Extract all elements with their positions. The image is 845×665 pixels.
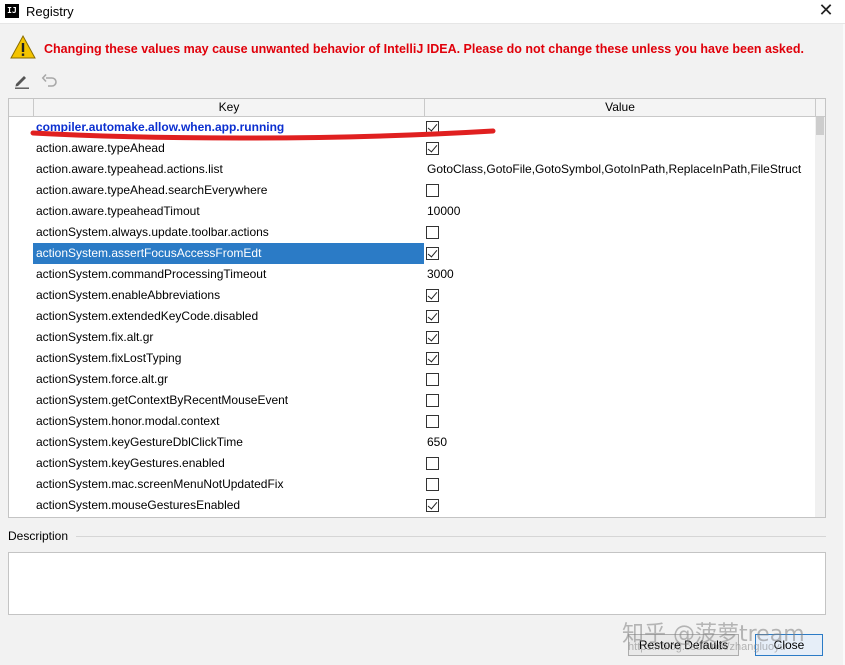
value-checkbox[interactable] <box>426 499 439 512</box>
registry-value-cell[interactable] <box>424 285 815 306</box>
table-row[interactable]: compiler.automake.allow.when.app.running <box>9 117 815 138</box>
registry-key-cell[interactable]: actionSystem.force.alt.gr <box>33 369 424 390</box>
vertical-scrollbar[interactable] <box>815 117 825 517</box>
registry-key-cell[interactable]: actionSystem.enableAbbreviations <box>33 285 424 306</box>
table-row[interactable]: actionSystem.assertFocusAccessFromEdt <box>9 243 815 264</box>
table-row[interactable]: actionSystem.enableAbbreviations <box>9 285 815 306</box>
description-panel <box>8 552 826 615</box>
registry-key-cell[interactable]: actionSystem.keyGestures.enabled <box>33 453 424 474</box>
table-row[interactable]: actionSystem.keyGestureDblClickTime 650 <box>9 432 815 453</box>
registry-key-cell[interactable]: action.aware.typeAhead.searchEverywhere <box>33 180 424 201</box>
table-row[interactable]: actionSystem.always.update.toolbar.actio… <box>9 222 815 243</box>
value-checkbox[interactable] <box>426 478 439 491</box>
registry-key-cell[interactable]: actionSystem.extendedKeyCode.disabled <box>33 306 424 327</box>
registry-value-cell[interactable] <box>424 495 815 516</box>
table-row[interactable]: actionSystem.mac.screenMenuNotUpdatedFix <box>9 474 815 495</box>
table-row[interactable]: action.aware.typeAhead <box>9 138 815 159</box>
registry-key-cell[interactable]: actionSystem.fix.alt.gr <box>33 327 424 348</box>
registry-value-cell[interactable] <box>424 180 815 201</box>
registry-value-cell[interactable] <box>424 306 815 327</box>
table-header: Key Value <box>9 99 825 117</box>
close-button[interactable]: Close <box>755 634 823 656</box>
registry-table: Key Value compiler.automake.allow.when.a… <box>8 98 826 518</box>
registry-key-cell[interactable]: actionSystem.commandProcessingTimeout <box>33 264 424 285</box>
value-checkbox[interactable] <box>426 457 439 470</box>
registry-value-cell[interactable] <box>424 348 815 369</box>
registry-key-cell[interactable]: actionSystem.honor.modal.context <box>33 411 424 432</box>
registry-key-cell[interactable]: actionSystem.keyGestureDblClickTime <box>33 432 424 453</box>
table-row[interactable]: action.aware.typeaheadTimout 10000 <box>9 201 815 222</box>
value-checkbox[interactable] <box>426 121 439 134</box>
registry-value-cell[interactable] <box>424 390 815 411</box>
registry-value-cell[interactable] <box>424 474 815 495</box>
registry-key-cell[interactable]: actionSystem.fixLostTyping <box>33 348 424 369</box>
registry-value-cell[interactable] <box>424 369 815 390</box>
table-row[interactable]: actionSystem.extendedKeyCode.disabled <box>9 306 815 327</box>
value-checkbox[interactable] <box>426 184 439 197</box>
window-title: Registry <box>26 4 74 19</box>
description-label: Description <box>8 529 69 543</box>
value-checkbox[interactable] <box>426 247 439 260</box>
revert-icon[interactable] <box>40 70 60 90</box>
registry-value-cell[interactable] <box>424 243 815 264</box>
registry-value-cell[interactable]: GotoClass,GotoFile,GotoSymbol,GotoInPath… <box>424 159 815 180</box>
registry-key-cell[interactable]: actionSystem.getContextByRecentMouseEven… <box>33 390 424 411</box>
warning-text: Changing these values may cause unwanted… <box>44 42 804 56</box>
title-bar: IJ Registry ✕ <box>0 0 845 24</box>
table-row[interactable]: actionSystem.getContextByRecentMouseEven… <box>9 390 815 411</box>
registry-value-cell[interactable] <box>424 453 815 474</box>
registry-key-cell[interactable]: actionSystem.assertFocusAccessFromEdt <box>33 243 424 264</box>
intellij-app-icon: IJ <box>5 4 19 18</box>
value-checkbox[interactable] <box>426 226 439 239</box>
registry-key-cell[interactable]: action.aware.typeahead.actions.list <box>33 159 424 180</box>
restore-defaults-button[interactable]: Restore Defaults <box>628 634 739 656</box>
table-row[interactable]: action.aware.typeAhead.searchEverywhere <box>9 180 815 201</box>
table-row[interactable]: actionSystem.force.alt.gr <box>9 369 815 390</box>
value-checkbox[interactable] <box>426 415 439 428</box>
table-body: compiler.automake.allow.when.app.running… <box>9 117 815 516</box>
value-checkbox[interactable] <box>426 352 439 365</box>
description-divider <box>76 536 826 537</box>
registry-key-cell[interactable]: actionSystem.always.update.toolbar.actio… <box>33 222 424 243</box>
registry-value-cell[interactable] <box>424 222 815 243</box>
registry-key-cell[interactable]: compiler.automake.allow.when.app.running <box>33 117 424 138</box>
registry-value-cell[interactable] <box>424 117 815 138</box>
table-row[interactable]: actionSystem.fixLostTyping <box>9 348 815 369</box>
registry-key-cell[interactable]: action.aware.typeAhead <box>33 138 424 159</box>
registry-key-cell[interactable]: actionSystem.mouseGesturesEnabled <box>33 495 424 516</box>
table-row[interactable]: actionSystem.keyGestures.enabled <box>9 453 815 474</box>
value-checkbox[interactable] <box>426 373 439 386</box>
pencil-icon[interactable] <box>12 70 32 90</box>
registry-value-cell[interactable]: 3000 <box>424 264 815 285</box>
registry-key-cell[interactable]: action.aware.typeaheadTimout <box>33 201 424 222</box>
column-header-value[interactable]: Value <box>424 99 815 117</box>
table-row[interactable]: actionSystem.mouseGesturesEnabled <box>9 495 815 516</box>
value-checkbox[interactable] <box>426 331 439 344</box>
value-checkbox[interactable] <box>426 142 439 155</box>
table-row[interactable]: actionSystem.honor.modal.context <box>9 411 815 432</box>
close-icon[interactable]: ✕ <box>815 1 837 23</box>
warning-triangle-icon <box>10 34 36 59</box>
warning-banner: Changing these values may cause unwanted… <box>10 34 840 64</box>
registry-value-cell[interactable] <box>424 411 815 432</box>
scrollbar-thumb[interactable] <box>816 117 824 135</box>
value-checkbox[interactable] <box>426 289 439 302</box>
registry-value-cell[interactable]: 650 <box>424 432 815 453</box>
table-row[interactable]: actionSystem.commandProcessingTimeout 300… <box>9 264 815 285</box>
table-row[interactable]: action.aware.typeahead.actions.list GotoC… <box>9 159 815 180</box>
registry-value-cell[interactable] <box>424 138 815 159</box>
header-corner <box>815 99 825 117</box>
table-row[interactable]: actionSystem.fix.alt.gr <box>9 327 815 348</box>
registry-value-cell[interactable]: 10000 <box>424 201 815 222</box>
column-header-key[interactable]: Key <box>33 99 424 117</box>
toolbar <box>10 70 70 90</box>
value-checkbox[interactable] <box>426 310 439 323</box>
value-checkbox[interactable] <box>426 394 439 407</box>
registry-key-cell[interactable]: actionSystem.mac.screenMenuNotUpdatedFix <box>33 474 424 495</box>
registry-value-cell[interactable] <box>424 327 815 348</box>
